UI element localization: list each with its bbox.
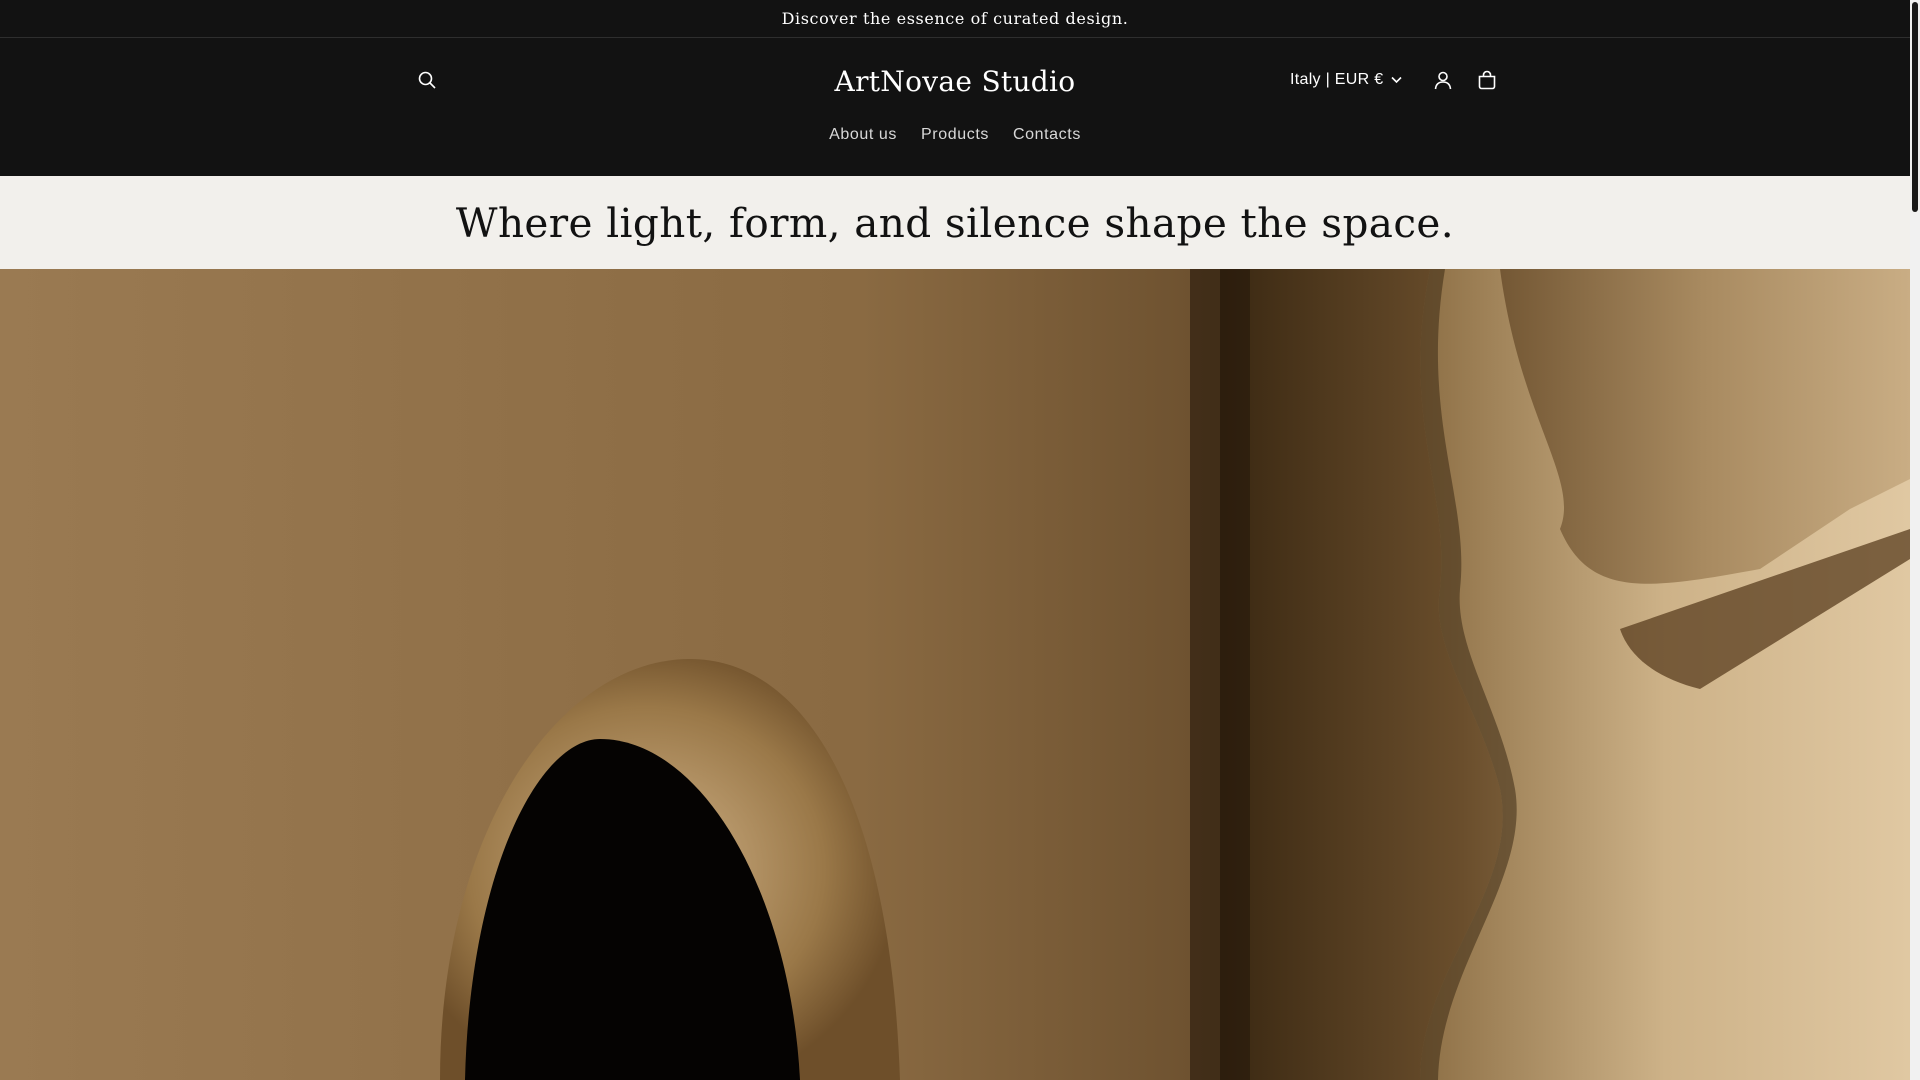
- hero-artwork: [0, 269, 1910, 1080]
- scrollbar-thumb[interactable]: [1912, 2, 1918, 212]
- locale-selector[interactable]: Italy | EUR €: [1290, 65, 1402, 95]
- tagline-banner: Where light, form, and silence shape the…: [0, 176, 1910, 269]
- announcement-text: Discover the essence of curated design.: [781, 9, 1129, 28]
- announcement-bar: Discover the essence of curated design.: [0, 0, 1910, 38]
- cart-button[interactable]: [1467, 60, 1507, 100]
- account-icon: [1434, 71, 1452, 90]
- search-icon: [418, 71, 436, 89]
- nav-item-about-us[interactable]: About us: [829, 120, 897, 150]
- account-button[interactable]: [1423, 60, 1463, 100]
- site-logo[interactable]: ArtNovae Studio: [755, 59, 1155, 103]
- nav-item-contacts[interactable]: Contacts: [1013, 120, 1081, 150]
- cart-icon: [1478, 70, 1496, 90]
- tagline-text: Where light, form, and silence shape the…: [455, 198, 1455, 247]
- search-button[interactable]: [407, 60, 447, 100]
- page-scrollbar[interactable]: [1910, 0, 1920, 1080]
- nav-item-products[interactable]: Products: [921, 120, 989, 150]
- main-nav: About us Products Contacts: [0, 115, 1910, 155]
- hero-image: [0, 269, 1910, 1080]
- chevron-down-icon: [1391, 76, 1402, 84]
- locale-label: Italy | EUR €: [1290, 71, 1384, 88]
- site-header: ArtNovae Studio Italy | EUR € About us P…: [0, 39, 1910, 175]
